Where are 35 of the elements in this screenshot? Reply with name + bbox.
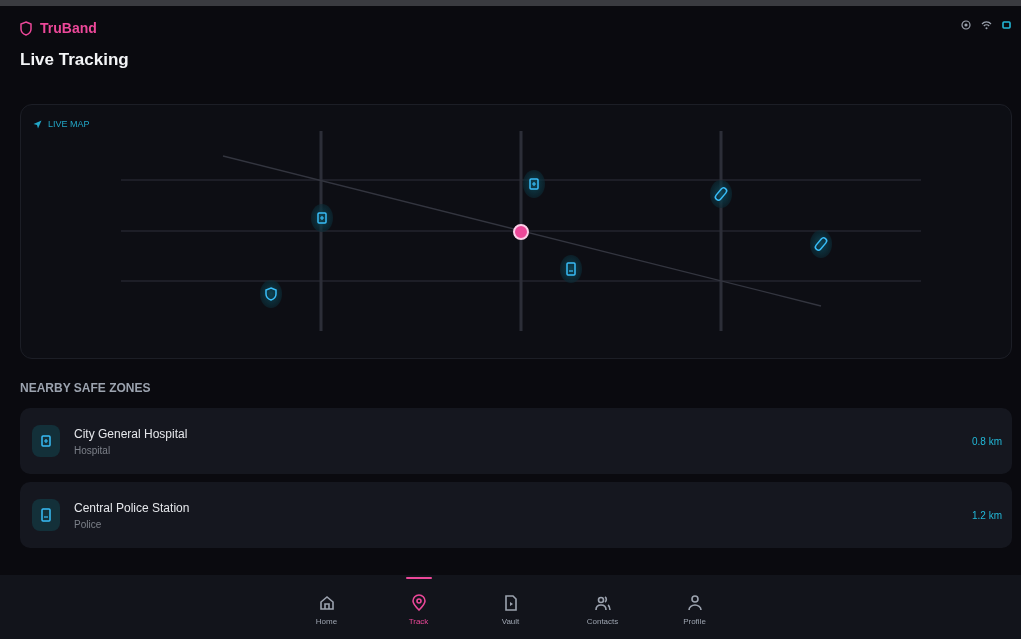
location-dot <box>513 224 529 240</box>
building-marker[interactable] <box>311 204 333 232</box>
home-icon <box>317 594 336 612</box>
safe-zone-card[interactable]: City General Hospital Hospital 0.8 km <box>20 408 1012 474</box>
nav-tab[interactable]: Profile <box>671 575 718 639</box>
nav-tab[interactable]: Home <box>303 575 350 639</box>
section-title: NEARBY SAFE ZONES <box>20 381 152 395</box>
location-pin-icon <box>409 594 428 612</box>
pill-marker[interactable] <box>710 180 732 208</box>
people-icon <box>593 594 612 612</box>
map-label: LIVE MAP <box>48 119 90 129</box>
device-marker[interactable] <box>560 255 582 283</box>
brand-name: TruBand <box>40 20 97 36</box>
battery-icon <box>1002 21 1011 29</box>
safe-zone-card[interactable]: Central Police Station Police 1.2 km <box>20 482 1012 548</box>
page-title: Live Tracking <box>20 50 130 70</box>
nav-tab[interactable]: Contacts <box>579 575 626 639</box>
nav-tab[interactable]: Track <box>395 575 442 639</box>
zone-name: City General Hospital <box>74 426 189 441</box>
shield-icon <box>20 20 32 36</box>
person-icon <box>685 594 704 612</box>
zone-distance: 1.2 km <box>972 509 1002 521</box>
nav-tab[interactable]: Vault <box>487 575 534 639</box>
shield-marker[interactable] <box>260 280 282 308</box>
device-icon <box>32 499 60 531</box>
navigation-arrow-icon <box>33 119 42 129</box>
pill-marker[interactable] <box>810 230 832 258</box>
target-icon <box>961 20 971 30</box>
building-marker[interactable] <box>523 170 545 198</box>
zone-name: Central Police Station <box>74 500 191 515</box>
zone-distance: 0.8 km <box>972 435 1002 447</box>
zone-type: Police <box>74 518 103 530</box>
building-icon <box>32 425 60 457</box>
zone-type: Hospital <box>74 444 112 456</box>
wifi-icon <box>981 20 992 30</box>
